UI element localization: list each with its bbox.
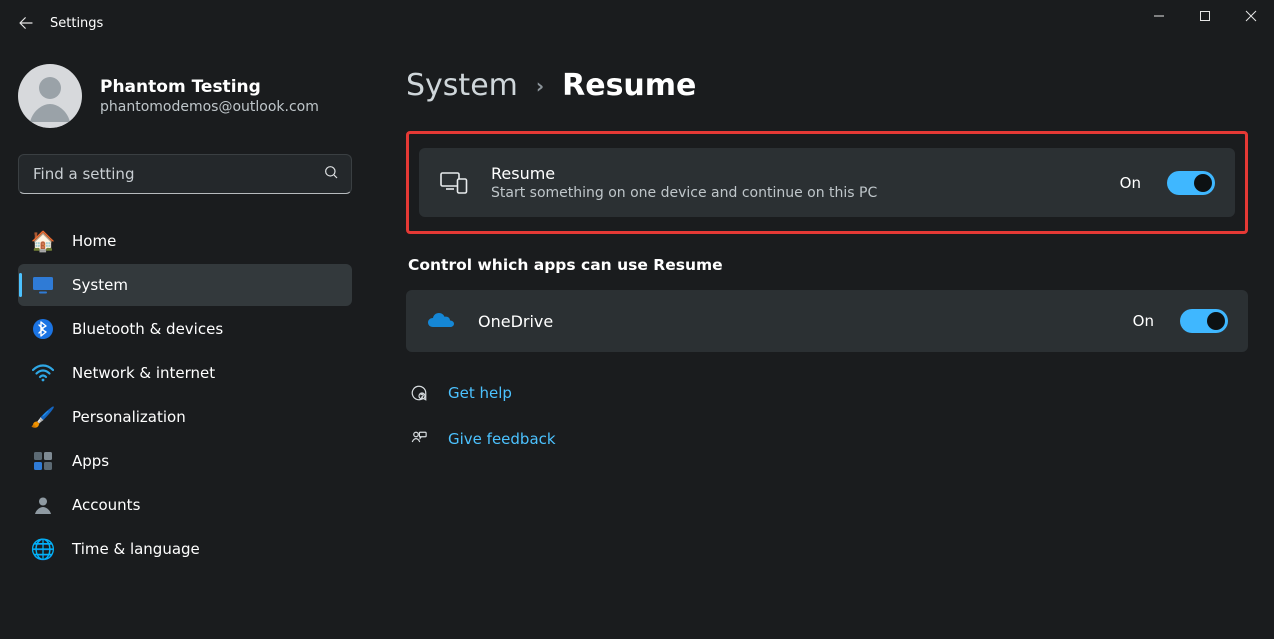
brush-icon: 🖌️ <box>30 404 56 430</box>
get-help-row[interactable]: Get help <box>406 376 1248 410</box>
app-state-label: On <box>1133 312 1154 330</box>
nav-item-bluetooth[interactable]: Bluetooth & devices <box>18 308 352 350</box>
apps-icon <box>30 448 56 474</box>
system-icon <box>30 272 56 298</box>
user-card[interactable]: Phantom Testing phantomodemos@outlook.co… <box>18 64 352 128</box>
nav: 🏠 Home System Bluetooth & devices Netw <box>18 220 352 570</box>
get-help-link[interactable]: Get help <box>448 384 512 402</box>
back-button[interactable] <box>8 5 44 41</box>
app-toggle[interactable] <box>1180 309 1228 333</box>
apps-section-heading: Control which apps can use Resume <box>408 256 1248 274</box>
nav-item-personalization[interactable]: 🖌️ Personalization <box>18 396 352 438</box>
minimize-icon <box>1153 10 1165 22</box>
nav-item-label: Network & internet <box>72 364 215 382</box>
close-icon <box>1245 10 1257 22</box>
highlight-annotation: Resume Start something on one device and… <box>406 131 1248 234</box>
nav-item-apps[interactable]: Apps <box>18 440 352 482</box>
give-feedback-row[interactable]: Give feedback <box>406 422 1248 456</box>
nav-item-time-language[interactable]: 🌐 Time & language <box>18 528 352 570</box>
window-controls <box>1136 0 1274 32</box>
resume-subtitle: Start something on one device and contin… <box>491 185 1098 201</box>
search-icon <box>323 164 339 184</box>
wifi-icon <box>30 360 56 386</box>
globe-clock-icon: 🌐 <box>30 536 56 562</box>
minimize-button[interactable] <box>1136 0 1182 32</box>
arrow-left-icon <box>17 14 35 32</box>
resume-toggle[interactable] <box>1167 171 1215 195</box>
titlebar: Settings <box>0 0 1274 46</box>
feedback-icon <box>408 428 430 450</box>
nav-item-label: Time & language <box>72 540 200 558</box>
onedrive-icon <box>426 306 456 336</box>
nav-item-home[interactable]: 🏠 Home <box>18 220 352 262</box>
help-icon <box>408 382 430 404</box>
close-button[interactable] <box>1228 0 1274 32</box>
person-icon <box>30 492 56 518</box>
maximize-icon <box>1199 10 1211 22</box>
nav-item-accounts[interactable]: Accounts <box>18 484 352 526</box>
breadcrumb-current: Resume <box>562 68 696 103</box>
nav-item-label: Home <box>72 232 116 250</box>
nav-item-network[interactable]: Network & internet <box>18 352 352 394</box>
user-name: Phantom Testing <box>100 77 319 97</box>
sidebar: Phantom Testing phantomodemos@outlook.co… <box>0 46 370 639</box>
bluetooth-icon <box>30 316 56 342</box>
home-icon: 🏠 <box>30 228 56 254</box>
maximize-button[interactable] <box>1182 0 1228 32</box>
devices-icon <box>439 168 469 198</box>
app-row-onedrive[interactable]: OneDrive On <box>406 290 1248 352</box>
nav-item-label: Bluetooth & devices <box>72 320 223 338</box>
nav-item-system[interactable]: System <box>18 264 352 306</box>
avatar <box>18 64 82 128</box>
nav-item-label: System <box>72 276 128 294</box>
nav-item-label: Accounts <box>72 496 140 514</box>
nav-item-label: Personalization <box>72 408 186 426</box>
breadcrumb: System › Resume <box>406 68 1248 103</box>
give-feedback-link[interactable]: Give feedback <box>448 430 556 448</box>
resume-state-label: On <box>1120 174 1141 192</box>
app-name: OneDrive <box>478 312 1111 331</box>
search-field[interactable] <box>31 164 315 184</box>
breadcrumb-parent[interactable]: System <box>406 68 518 103</box>
chevron-right-icon: › <box>536 74 544 98</box>
resume-card[interactable]: Resume Start something on one device and… <box>419 148 1235 217</box>
search-input[interactable] <box>18 154 352 194</box>
resume-title: Resume <box>491 164 1098 183</box>
content: System › Resume Resume Start something o… <box>370 46 1274 639</box>
nav-item-label: Apps <box>72 452 109 470</box>
window-title: Settings <box>50 16 103 31</box>
footer-links: Get help Give feedback <box>406 376 1248 456</box>
user-email: phantomodemos@outlook.com <box>100 99 319 115</box>
